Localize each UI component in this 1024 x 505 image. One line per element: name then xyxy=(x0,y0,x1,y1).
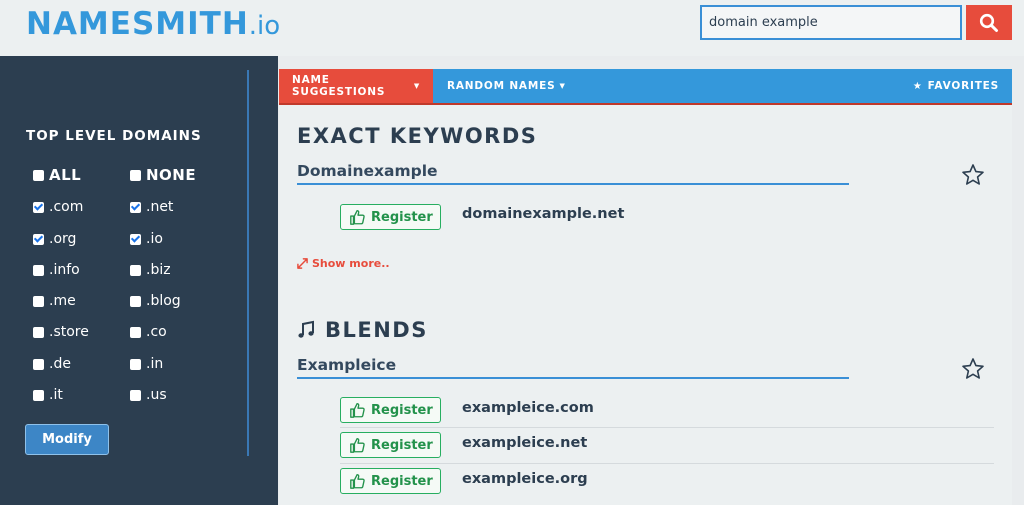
caret-down-icon: ▼ xyxy=(413,82,420,90)
register-button[interactable]: Register xyxy=(340,432,441,458)
register-label: Register xyxy=(371,209,433,225)
tab-name-suggestions[interactable]: NAME SUGGESTIONS ▼ xyxy=(279,69,433,103)
tld-label: .us xyxy=(146,387,167,403)
checkbox[interactable] xyxy=(130,201,141,213)
register-label: Register xyxy=(371,402,433,418)
caret-down-icon: ▼ xyxy=(559,82,566,90)
tld-option[interactable]: .me xyxy=(33,292,76,310)
search-icon xyxy=(979,13,998,32)
tab-favorites[interactable]: ★ FAVORITES xyxy=(900,69,1012,103)
thumbs-up-icon xyxy=(350,474,365,489)
thumbs-up-icon xyxy=(350,438,365,453)
search-button[interactable] xyxy=(966,5,1012,40)
domain-name[interactable]: exampleice.net xyxy=(462,435,587,451)
tld-label: .co xyxy=(146,324,167,340)
section-title-blends: BLENDS xyxy=(297,318,428,342)
tld-option[interactable]: .com xyxy=(33,198,83,216)
checkbox[interactable] xyxy=(33,326,44,338)
tld-option[interactable]: .us xyxy=(130,386,167,404)
tab-label: FAVORITES xyxy=(927,80,999,92)
tld-all-label: ALL xyxy=(49,166,82,184)
group-name: Domainexample xyxy=(297,162,849,185)
section-title-exact-keywords: EXACT KEYWORDS xyxy=(297,124,538,148)
star-outline-icon[interactable] xyxy=(961,163,985,187)
register-label: Register xyxy=(371,437,433,453)
tld-label: .net xyxy=(146,199,174,215)
search-input[interactable] xyxy=(700,5,962,40)
tld-label: .de xyxy=(49,356,71,372)
tld-option[interactable]: .biz xyxy=(130,261,171,279)
logo-tld: .io xyxy=(248,11,281,41)
checkbox[interactable] xyxy=(130,295,141,307)
checkbox[interactable] xyxy=(33,295,44,307)
checkbox[interactable] xyxy=(130,264,141,276)
checkbox[interactable] xyxy=(130,358,141,370)
checkbox[interactable] xyxy=(130,169,141,181)
tld-option[interactable]: .de xyxy=(33,355,71,373)
tld-option[interactable]: .net xyxy=(130,198,173,216)
tld-option[interactable]: .co xyxy=(130,323,167,341)
expand-arrows-icon xyxy=(297,258,308,269)
domain-name[interactable]: exampleice.com xyxy=(462,400,594,416)
tld-option[interactable]: .org xyxy=(33,230,76,248)
tld-label: .me xyxy=(49,293,76,309)
checkbox[interactable] xyxy=(33,233,44,245)
checkbox[interactable] xyxy=(33,389,44,401)
sidebar-divider xyxy=(247,70,249,456)
group-name: Exampleice xyxy=(297,356,849,379)
checkbox[interactable] xyxy=(130,233,141,245)
tab-random-names[interactable]: RANDOM NAMES ▼ xyxy=(434,69,579,103)
row-divider xyxy=(340,463,994,464)
thumbs-up-icon xyxy=(350,403,365,418)
tld-option[interactable]: .in xyxy=(130,355,163,373)
domain-name[interactable]: domainexample.net xyxy=(462,206,624,222)
modify-button[interactable]: Modify xyxy=(25,424,109,455)
tld-label: .store xyxy=(49,324,89,340)
tld-option[interactable]: .store xyxy=(33,323,89,341)
tab-bar: NAME SUGGESTIONS ▼ RANDOM NAMES ▼ ★ FAVORIT… xyxy=(279,69,1012,105)
music-note-icon xyxy=(298,320,314,338)
checkbox[interactable] xyxy=(33,264,44,276)
tld-label: .in xyxy=(146,356,164,372)
domain-name[interactable]: exampleice.org xyxy=(462,471,588,487)
thumbs-up-icon xyxy=(350,210,365,225)
tab-label: RANDOM NAMES xyxy=(447,80,556,92)
tab-label: NAME SUGGESTIONS xyxy=(292,74,386,98)
checkbox[interactable] xyxy=(130,389,141,401)
checkbox[interactable] xyxy=(33,358,44,370)
tld-label: .org xyxy=(49,231,77,247)
tld-all-toggle[interactable]: ALL xyxy=(33,166,81,184)
header: NAMESMITH.io xyxy=(0,0,1024,56)
star-icon: ★ xyxy=(912,80,923,92)
tld-label: .info xyxy=(49,262,80,278)
register-button[interactable]: Register xyxy=(340,397,441,423)
checkbox[interactable] xyxy=(130,326,141,338)
tld-label: .io xyxy=(146,231,163,247)
section-title-label: BLENDS xyxy=(325,318,428,342)
register-label: Register xyxy=(371,473,433,489)
checkbox[interactable] xyxy=(33,169,44,181)
register-button[interactable]: Register xyxy=(340,204,441,230)
tld-none-label: NONE xyxy=(146,166,197,184)
tld-label: .biz xyxy=(146,262,171,278)
logo[interactable]: NAMESMITH.io xyxy=(26,6,280,42)
tld-filter-title: TOP LEVEL DOMAINS xyxy=(26,128,202,144)
checkbox[interactable] xyxy=(33,201,44,213)
tld-option[interactable]: .blog xyxy=(130,292,181,310)
star-outline-icon[interactable] xyxy=(961,357,985,381)
show-more-link[interactable]: Show more.. xyxy=(297,257,390,270)
tld-option[interactable]: .info xyxy=(33,261,80,279)
tld-none-toggle[interactable]: NONE xyxy=(130,166,196,184)
tld-label: .com xyxy=(49,199,84,215)
tld-label: .blog xyxy=(146,293,181,309)
logo-name: NAMESMITH xyxy=(26,6,249,42)
row-divider xyxy=(340,427,994,428)
tld-option[interactable]: .io xyxy=(130,230,163,248)
tld-option[interactable]: .it xyxy=(33,386,63,404)
register-button[interactable]: Register xyxy=(340,468,441,494)
show-more-label: Show more.. xyxy=(312,257,390,270)
tld-label: .it xyxy=(49,387,63,403)
